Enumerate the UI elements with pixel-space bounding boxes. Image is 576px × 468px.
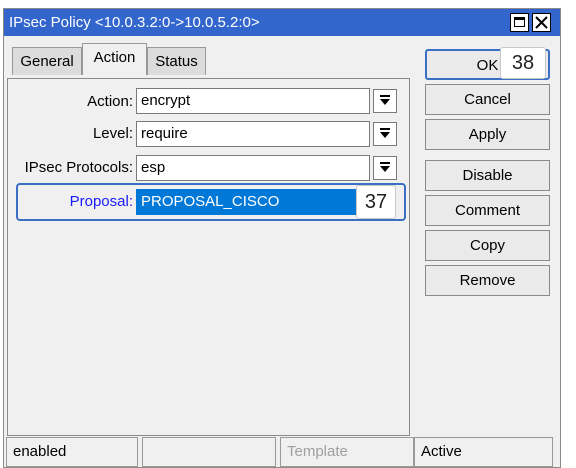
level-label: Level: bbox=[92, 125, 133, 142]
maximize-icon bbox=[514, 17, 525, 27]
apply-label: Apply bbox=[468, 126, 507, 143]
ipsec-protocols-field[interactable]: esp bbox=[136, 155, 370, 181]
cancel-button[interactable]: Cancel bbox=[425, 84, 550, 115]
maximize-button[interactable] bbox=[510, 13, 529, 32]
title-bar[interactable]: IPsec Policy <10.0.3.2:0->10.0.5.2:0> bbox=[4, 9, 560, 36]
proposal-field[interactable]: PROPOSAL_CISCO bbox=[136, 189, 370, 215]
ok-marker-badge: 38 bbox=[500, 47, 546, 79]
disable-button[interactable]: Disable bbox=[425, 160, 550, 191]
copy-button[interactable]: Copy bbox=[425, 230, 550, 261]
comment-label: Comment bbox=[454, 202, 521, 219]
status-enabled: enabled bbox=[6, 437, 138, 467]
tab-status-label: Status bbox=[155, 53, 198, 70]
copy-label: Copy bbox=[469, 237, 506, 254]
tab-action-label: Action bbox=[93, 49, 136, 66]
remove-label: Remove bbox=[459, 272, 516, 289]
cancel-label: Cancel bbox=[464, 91, 511, 108]
ipsec-policy-window: IPsec Policy <10.0.3.2:0->10.0.5.2:0> Ge… bbox=[3, 8, 561, 468]
dropdown-arrow-icon bbox=[380, 162, 390, 172]
tab-status[interactable]: Status bbox=[147, 47, 206, 75]
action-label: Action: bbox=[87, 93, 133, 110]
tab-general[interactable]: General bbox=[12, 47, 82, 75]
status-template: Template bbox=[280, 437, 414, 467]
level-dropdown-button[interactable] bbox=[373, 122, 397, 146]
remove-button[interactable]: Remove bbox=[425, 265, 550, 296]
comment-button[interactable]: Comment bbox=[425, 195, 550, 226]
tab-action[interactable]: Action bbox=[82, 43, 147, 75]
ipsec-protocols-label: IPsec Protocols: bbox=[24, 159, 133, 176]
dropdown-arrow-icon bbox=[380, 95, 390, 105]
status-empty bbox=[142, 437, 276, 467]
ipsec-protocols-dropdown-button[interactable] bbox=[373, 156, 397, 180]
disable-label: Disable bbox=[462, 167, 513, 184]
close-button[interactable] bbox=[532, 13, 551, 32]
dropdown-arrow-icon bbox=[380, 128, 390, 138]
action-field[interactable]: encrypt bbox=[136, 88, 370, 114]
status-active: Active bbox=[414, 437, 553, 467]
action-dropdown-button[interactable] bbox=[373, 89, 397, 113]
proposal-label: Proposal: bbox=[69, 193, 133, 210]
tab-general-label: General bbox=[20, 53, 74, 70]
level-field[interactable]: require bbox=[136, 121, 370, 147]
window-title: IPsec Policy <10.0.3.2:0->10.0.5.2:0> bbox=[9, 14, 260, 31]
ok-label: OK bbox=[476, 57, 499, 74]
apply-button[interactable]: Apply bbox=[425, 119, 550, 150]
proposal-marker-badge: 37 bbox=[356, 185, 396, 219]
